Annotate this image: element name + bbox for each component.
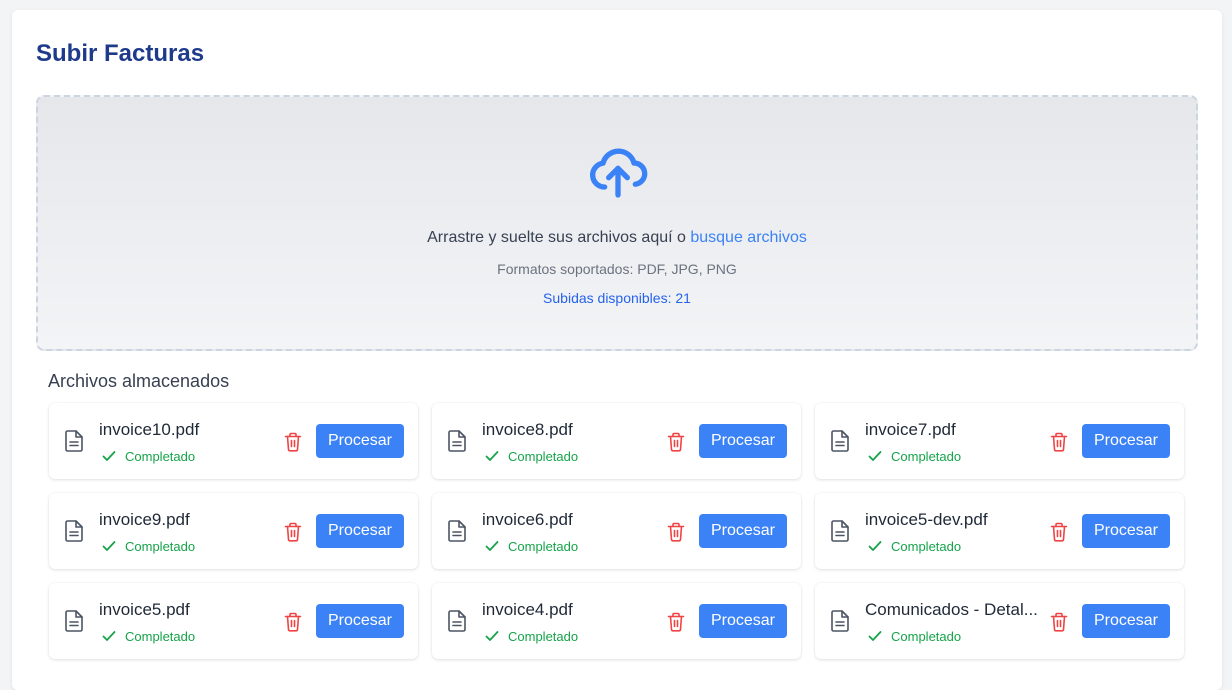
file-text-icon (448, 610, 466, 632)
status-text: Completado (508, 538, 579, 554)
upload-card: Subir Facturas Arrastre y suelte sus arc… (12, 10, 1222, 690)
status-badge: Completado (101, 538, 195, 554)
file-text-icon (65, 610, 83, 632)
file-name: invoice10.pdf (99, 420, 200, 439)
process-button[interactable]: Procesar (699, 514, 787, 548)
status-badge: Completado (484, 448, 578, 464)
status-text: Completado (891, 448, 962, 464)
trash-icon[interactable] (1050, 612, 1068, 632)
file-card: invoice4.pdf Completado Procesar (432, 583, 801, 659)
process-button[interactable]: Procesar (699, 424, 787, 458)
trash-icon[interactable] (667, 432, 685, 452)
top-bar (0, 0, 1232, 10)
trash-icon[interactable] (1050, 432, 1068, 452)
process-button[interactable]: Procesar (1082, 424, 1170, 458)
check-icon (868, 541, 882, 551)
check-icon (102, 631, 116, 641)
file-text-icon (448, 520, 466, 542)
trash-icon[interactable] (284, 612, 302, 632)
status-badge: Completado (867, 538, 961, 554)
browse-files-link[interactable]: busque archivos (690, 229, 807, 246)
process-button[interactable]: Procesar (1082, 514, 1170, 548)
file-text-icon (831, 520, 849, 542)
file-card: invoice6.pdf Completado Procesar (432, 493, 801, 569)
file-name: invoice9.pdf (99, 510, 190, 529)
status-badge: Completado (867, 628, 961, 644)
process-button[interactable]: Procesar (316, 514, 404, 548)
file-name: invoice5.pdf (99, 600, 190, 619)
file-card: Comunicados - Detal... Completado Proces… (815, 583, 1184, 659)
file-name: invoice6.pdf (482, 510, 573, 529)
check-icon (485, 451, 499, 461)
file-grid: invoice10.pdf Completado Procesar invoic… (49, 403, 1187, 659)
file-name: invoice5-dev.pdf (865, 510, 988, 529)
cloud-upload-icon (590, 148, 648, 198)
check-icon (102, 541, 116, 551)
file-card: invoice10.pdf Completado Procesar (49, 403, 418, 479)
dropzone-instructions: Arrastre y suelte sus archivos aquí o bu… (38, 229, 1196, 247)
file-text-icon (448, 430, 466, 452)
file-text-icon (831, 430, 849, 452)
status-text: Completado (125, 448, 196, 464)
trash-icon[interactable] (667, 522, 685, 542)
stored-files-label: Archivos almacenados (48, 371, 230, 391)
check-icon (485, 631, 499, 641)
trash-icon[interactable] (284, 522, 302, 542)
file-card: invoice8.pdf Completado Procesar (432, 403, 801, 479)
file-name: invoice8.pdf (482, 420, 573, 439)
status-badge: Completado (484, 628, 578, 644)
dropzone-text: Arrastre y suelte sus archivos aquí o (427, 229, 686, 246)
process-button[interactable]: Procesar (699, 604, 787, 638)
process-button[interactable]: Procesar (316, 604, 404, 638)
status-badge: Completado (484, 538, 578, 554)
process-button[interactable]: Procesar (1082, 604, 1170, 638)
dropzone[interactable]: Arrastre y suelte sus archivos aquí o bu… (36, 95, 1198, 351)
trash-icon[interactable] (667, 612, 685, 632)
process-button[interactable]: Procesar (316, 424, 404, 458)
file-text-icon (65, 520, 83, 542)
status-text: Completado (125, 538, 196, 554)
status-text: Completado (891, 628, 962, 644)
status-text: Completado (508, 628, 579, 644)
status-badge: Completado (867, 448, 961, 464)
file-card: invoice9.pdf Completado Procesar (49, 493, 418, 569)
status-text: Completado (508, 448, 579, 464)
check-icon (868, 451, 882, 461)
file-card: invoice5.pdf Completado Procesar (49, 583, 418, 659)
trash-icon[interactable] (1050, 522, 1068, 542)
file-name: invoice4.pdf (482, 600, 573, 619)
check-icon (485, 541, 499, 551)
supported-formats: Formatos soportados: PDF, JPG, PNG (497, 261, 737, 277)
check-icon (868, 631, 882, 641)
file-text-icon (65, 430, 83, 452)
page-title: Subir Facturas (36, 40, 205, 67)
file-text-icon (831, 610, 849, 632)
status-badge: Completado (101, 628, 195, 644)
status-text: Completado (125, 628, 196, 644)
trash-icon[interactable] (284, 432, 302, 452)
file-card: invoice5-dev.pdf Completado Procesar (815, 493, 1184, 569)
file-name: invoice7.pdf (865, 420, 956, 439)
file-card: invoice7.pdf Completado Procesar (815, 403, 1184, 479)
status-text: Completado (891, 538, 962, 554)
status-badge: Completado (101, 448, 195, 464)
file-name: Comunicados - Detal... (865, 600, 1038, 619)
check-icon (102, 451, 116, 461)
uploads-available: Subidas disponibles: 21 (543, 290, 691, 306)
